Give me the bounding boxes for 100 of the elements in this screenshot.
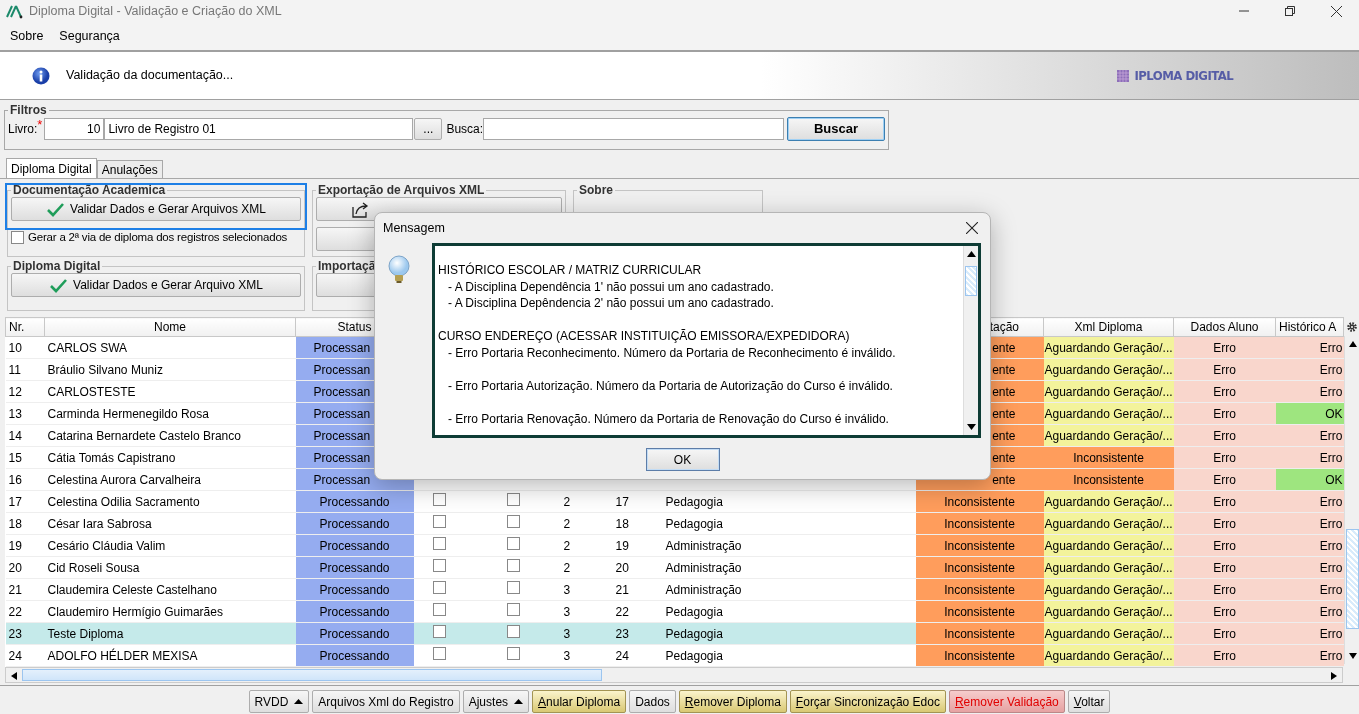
scroll-right-icon[interactable] (1331, 672, 1337, 680)
checkbox[interactable] (506, 514, 520, 528)
table-cell[interactable]: Teste Diploma (44, 622, 296, 645)
column-header[interactable]: Dados Aluno (1173, 317, 1276, 337)
scrollbar[interactable] (5, 667, 1343, 683)
table-cell: Inconsistente (915, 512, 1044, 535)
checkbox[interactable] (506, 602, 520, 616)
table-cell: Processando (295, 644, 414, 667)
message-text: - Erro Portaria Renovação. Número da Portaria de Renovação do Curso é inválido. (447, 410, 890, 427)
table-cell: Processando (295, 578, 414, 601)
column-header[interactable]: Xml Diploma (1043, 317, 1174, 337)
scroll-up-icon[interactable] (966, 251, 976, 257)
table-cell: Inconsistente (915, 556, 1044, 579)
toolbar-button[interactable]: Anular Diploma (532, 690, 627, 713)
scroll-thumb[interactable] (965, 266, 977, 296)
menu-item[interactable]: Segurança (59, 24, 120, 48)
table-cell[interactable]: Catarina Bernardete Castelo Branco (44, 424, 296, 447)
scroll-down-icon[interactable] (1348, 653, 1357, 659)
info-icon (32, 66, 50, 85)
table-cell: Inconsistente (915, 578, 1044, 601)
table-cell: Inconsistente (915, 622, 1044, 645)
checkbox[interactable] (433, 536, 446, 550)
table-cell: 17 (5, 490, 45, 513)
table-cell: 24 (612, 644, 663, 667)
toolbar-button[interactable]: Dados (629, 690, 676, 713)
table-cell[interactable]: Claudemira Celeste Castelhano (44, 578, 296, 601)
toolbar-button[interactable]: Remover Diploma (678, 690, 787, 713)
column-header[interactable]: Histórico A (1275, 317, 1344, 337)
table-cell[interactable]: Celestina Aurora Carvalheira (44, 468, 296, 491)
toolbar-button[interactable]: RVDD (248, 690, 310, 713)
table-cell: Administração (662, 534, 916, 557)
table-cell: Aguardando Geração/... (1043, 358, 1174, 381)
table-cell: Inconsistente (915, 600, 1044, 623)
toolbar-button[interactable]: Arquivos Xml do Registro (312, 690, 460, 713)
search-button[interactable]: Buscar (787, 117, 885, 141)
tab[interactable]: Diploma Digital (6, 158, 97, 178)
book-field[interactable]: Livro de Registro 01 (104, 118, 414, 140)
scroll-up-icon[interactable] (1348, 341, 1357, 347)
table-cell: Aguardando Geração/... (1043, 380, 1174, 403)
table-cell: 24 (5, 644, 45, 667)
browse-button[interactable]: ... (414, 118, 443, 140)
toolbar-button[interactable]: Voltar (1067, 690, 1111, 713)
scroll-thumb[interactable] (22, 669, 602, 681)
checkbox[interactable] (433, 558, 446, 572)
validate-button[interactable]: Validar Dados e Gerar Arquivos XML (11, 197, 301, 221)
table-cell[interactable]: CARLOSTESTE (44, 380, 296, 403)
checkbox[interactable] (506, 646, 520, 660)
table-cell[interactable]: Cátia Tomás Capistrano (44, 446, 296, 469)
checkbox[interactable] (433, 624, 446, 638)
tab[interactable]: Anulações (96, 160, 163, 178)
column-header[interactable]: Nome (44, 317, 296, 337)
table-cell: Aguardando Geração/... (1043, 556, 1174, 579)
checkbox[interactable] (506, 558, 520, 572)
table-cell: Aguardando Geração/... (1043, 336, 1174, 359)
checkbox[interactable] (433, 492, 446, 506)
checkbox[interactable] (433, 602, 446, 616)
table-cell[interactable]: Celestina Odilia Sacramento (44, 490, 296, 513)
lightbulb-icon (388, 255, 410, 283)
checkbox[interactable] (506, 492, 520, 506)
search-field[interactable] (483, 118, 785, 140)
table-cell[interactable]: Carminda Hermenegildo Rosa (44, 402, 296, 425)
table-cell: 3 (560, 600, 613, 623)
checkbox[interactable] (433, 646, 446, 660)
checkbox[interactable] (506, 536, 520, 550)
validate-button[interactable]: Validar Dados e Gerar Arquivo XML (11, 273, 301, 297)
ok-button[interactable]: OK (645, 448, 720, 471)
table-cell: Pedagogia (662, 512, 916, 535)
table-cell: 17 (612, 490, 663, 513)
checkbox[interactable] (433, 514, 446, 528)
table-cell[interactable]: Bráulio Silvano Muniz (44, 358, 296, 381)
checkbox[interactable] (433, 580, 446, 594)
scrollbar[interactable] (963, 246, 978, 435)
code-field[interactable]: 10 (44, 118, 105, 140)
caret-icon (294, 699, 304, 704)
checkbox[interactable] (11, 231, 24, 245)
table-cell[interactable]: César Iara Sabrosa (44, 512, 296, 535)
table-cell[interactable]: Cid Roseli Sousa (44, 556, 296, 579)
scroll-left-icon[interactable] (11, 672, 17, 680)
restore-icon (1285, 6, 1295, 16)
settings-icon[interactable] (1346, 320, 1358, 333)
column-header[interactable]: Nr. (5, 317, 45, 337)
table-cell: Processando (295, 490, 414, 513)
checkbox-label[interactable]: Gerar a 2ª via de diploma dos registros selecionados (28, 229, 288, 247)
table-cell: Aguardando Geração/... (1043, 644, 1174, 667)
menu-item[interactable]: Sobre (10, 24, 44, 48)
table-cell[interactable]: Claudemiro Hermígio Guimarães (44, 600, 296, 623)
message-text: - Erro Portaria Reconhecimento. Número da Portaria de Reconhecimento é inválido. (447, 344, 897, 361)
scroll-thumb[interactable] (1346, 529, 1359, 629)
toolbar-button[interactable]: Ajustes (462, 690, 530, 713)
checkbox[interactable] (506, 624, 520, 638)
table-cell: Aguardando Geração/... (1043, 578, 1174, 601)
checkbox[interactable] (506, 580, 520, 594)
table-cell[interactable]: CARLOS SWA (44, 336, 296, 359)
toolbar-button[interactable]: Forçar Sincronização Edoc (789, 690, 946, 713)
table-cell: Aguardando Geração/... (1043, 600, 1174, 623)
group-label: Importaçã (317, 259, 377, 273)
table-cell[interactable]: ADOLFO HÉLDER MEXISA (44, 644, 296, 667)
export-icon (351, 200, 369, 218)
table-cell[interactable]: Cesário Cláudia Valim (44, 534, 296, 557)
group-label: Sobre (578, 183, 614, 197)
